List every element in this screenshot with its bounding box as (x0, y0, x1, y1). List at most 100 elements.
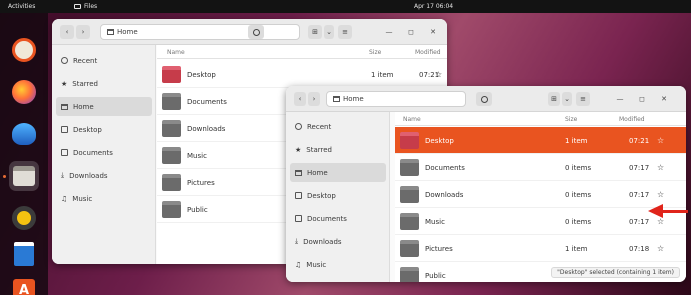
sidebar-item-label: Home (73, 102, 94, 111)
music-icon: ♫ (295, 260, 302, 269)
file-modified: 07:17 (629, 218, 650, 226)
path-label: Home (343, 95, 364, 103)
column-size[interactable]: Size (369, 49, 381, 56)
sidebar-item-label: Recent (307, 122, 332, 131)
sidebar-item-recent[interactable]: Recent (290, 117, 386, 136)
sidebar-item-label: Home (307, 168, 328, 177)
file-size: 1 item (565, 137, 588, 145)
file-row-pictures[interactable]: Pictures 1 item 07:18 ☆ (395, 235, 686, 262)
music-icon: ♫ (61, 194, 68, 203)
folder-icon (162, 93, 181, 110)
sidebar-item-label: Documents (73, 148, 113, 157)
column-size[interactable]: Size (565, 116, 577, 123)
sidebar-item-desktop[interactable]: Desktop (56, 120, 152, 139)
minimize-button[interactable]: — (382, 25, 396, 39)
file-size: 0 items (565, 191, 592, 199)
view-button[interactable]: ⊞ (548, 92, 560, 106)
sidebar-item-home[interactable]: Home (56, 97, 152, 116)
sidebar-item-music[interactable]: ♫ Music (290, 255, 386, 274)
file-row-documents[interactable]: Documents 0 items 07:17 ☆ (395, 154, 686, 181)
star-toggle[interactable]: ☆ (657, 136, 664, 145)
close-button[interactable]: ✕ (658, 92, 670, 106)
header-bar: ‹ › Home ⊞ ⌄ ≡ — ◻ ✕ (286, 86, 686, 112)
star-toggle[interactable]: ☆ (435, 70, 442, 79)
file-name: Desktop (425, 137, 454, 145)
column-header: Name Size Modified (395, 112, 686, 126)
file-row-music[interactable]: Music 0 items 07:17 ☆ (395, 208, 686, 235)
sidebar-item-label: Documents (307, 214, 347, 223)
file-modified: 07:21 (629, 137, 650, 145)
arrow-head (648, 204, 663, 218)
folder-icon (400, 267, 419, 282)
view-button[interactable]: ⊞ (308, 25, 322, 39)
file-modified: 07:17 (629, 164, 650, 172)
forward-button[interactable]: › (308, 92, 320, 106)
menu-button[interactable]: ≡ (338, 25, 352, 39)
sidebar-item-documents[interactable]: Documents (290, 209, 386, 228)
rhythmbox-icon[interactable] (9, 203, 39, 233)
sidebar-item-label: Downloads (303, 237, 342, 246)
view-options-button[interactable]: ⌄ (562, 92, 572, 106)
star-toggle[interactable]: ☆ (657, 217, 664, 226)
sidebar-item-label: Music (72, 194, 93, 203)
search-button[interactable] (248, 25, 264, 39)
minimize-button[interactable]: — (614, 92, 626, 106)
column-modified[interactable]: Modified (415, 49, 441, 56)
column-name[interactable]: Name (167, 49, 185, 56)
sidebar-item-starred[interactable]: ★ Starred (56, 74, 152, 93)
view-options-button[interactable]: ⌄ (324, 25, 334, 39)
sidebar-item-home[interactable]: Home (290, 163, 386, 182)
back-button[interactable]: ‹ (60, 25, 74, 39)
sidebar-item-downloads[interactable]: ⤓ Downloads (56, 166, 152, 185)
download-icon: ⤓ (295, 237, 299, 245)
file-name: Music (187, 152, 207, 160)
folder-icon (400, 186, 419, 203)
sidebar-item-desktop[interactable]: Desktop (290, 186, 386, 205)
maximize-button[interactable]: ◻ (404, 25, 418, 39)
file-name: Pictures (425, 245, 453, 253)
sidebar-item-label: Starred (72, 79, 98, 88)
desktop-folder-icon (400, 132, 419, 149)
sidebar-item-label: Desktop (307, 191, 336, 200)
software-icon[interactable]: A (9, 275, 39, 295)
sidebar-item-documents[interactable]: Documents (56, 143, 152, 162)
forward-button[interactable]: › (76, 25, 90, 39)
sidebar-item-starred[interactable]: ★ Starred (290, 140, 386, 159)
clock-icon (295, 123, 302, 130)
app-menu[interactable]: Files (74, 3, 97, 10)
sidebar: Recent ★ Starred Home Desktop Documents ⤓… (286, 112, 390, 282)
sidebar-item-recent[interactable]: Recent (56, 51, 152, 70)
path-bar[interactable]: Home (100, 24, 300, 40)
writer-icon[interactable] (9, 239, 39, 269)
help-icon[interactable] (9, 35, 39, 65)
thunderbird-icon[interactable] (9, 119, 39, 149)
running-indicator (3, 175, 6, 178)
back-button[interactable]: ‹ (294, 92, 306, 106)
menu-button[interactable]: ≡ (576, 92, 590, 106)
sidebar-item-downloads[interactable]: ⤓ Downloads (290, 232, 386, 251)
sidebar-item-music[interactable]: ♫ Music (56, 189, 152, 208)
column-name[interactable]: Name (403, 116, 421, 123)
star-icon: ★ (61, 79, 68, 88)
search-button[interactable] (476, 92, 492, 106)
star-icon: ★ (295, 145, 302, 154)
close-button[interactable]: ✕ (426, 25, 440, 39)
activities-button[interactable]: Activities (8, 3, 35, 10)
maximize-button[interactable]: ◻ (636, 92, 648, 106)
firefox-icon[interactable] (9, 77, 39, 107)
app-menu-label: Files (84, 3, 98, 10)
sidebar-item-label: Desktop (73, 125, 102, 134)
path-bar[interactable]: Home (326, 91, 466, 107)
folder-icon (162, 174, 181, 191)
files-icon[interactable] (9, 161, 39, 191)
clock[interactable]: Apr 17 06:04 (414, 3, 453, 10)
file-row-desktop[interactable]: Desktop 1 item 07:21 ☆ (395, 127, 686, 154)
column-modified[interactable]: Modified (619, 116, 645, 123)
file-row-downloads[interactable]: Downloads 0 items 07:17 ☆ (395, 181, 686, 208)
file-modified: 07:18 (629, 245, 650, 253)
file-row-desktop[interactable]: Desktop 1 item 07:21 ☆ (157, 61, 447, 88)
top-bar: Activities Files Apr 17 06:04 (0, 0, 691, 13)
star-toggle[interactable]: ☆ (657, 244, 664, 253)
star-toggle[interactable]: ☆ (657, 163, 664, 172)
star-toggle[interactable]: ☆ (657, 190, 664, 199)
